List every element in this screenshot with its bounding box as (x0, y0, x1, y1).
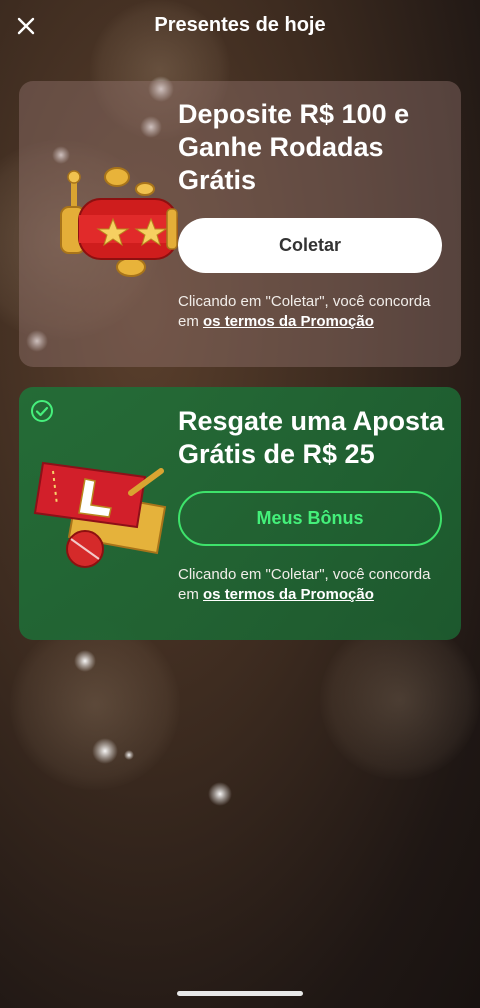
terms-link[interactable]: os termos da Promoção (203, 313, 374, 330)
check-circle-icon (31, 400, 53, 422)
free-bet-title-line-1: Resgate uma Aposta (178, 406, 445, 436)
slot-machine-icon (33, 159, 181, 289)
home-indicator[interactable] (177, 991, 303, 996)
deposit-promo-title-line-1: Deposite R$ 100 e (178, 99, 410, 129)
my-bonuses-button[interactable]: Meus Bônus (178, 491, 442, 546)
deposit-promo-terms: Clicando em "Coletar", você concorda em … (178, 292, 447, 332)
free-bet-promo-card: Resgate uma Aposta Grátis de R$ 25 Meus … (19, 387, 461, 640)
collect-button[interactable]: Coletar (178, 218, 442, 273)
terms-link[interactable]: os termos da Promoção (203, 586, 374, 603)
page-title: Presentes de hoje (154, 14, 326, 36)
header-bar: Presentes de hoje (0, 0, 480, 56)
deposit-promo-card: Deposite R$ 100 e Ganhe Rodadas Grátis C… (19, 81, 461, 367)
ticket-ball-icon (33, 457, 181, 577)
deposit-promo-title-line-2: Ganhe Rodadas (178, 132, 384, 162)
deposit-promo-title: Deposite R$ 100 e Ganhe Rodadas Grátis (178, 98, 447, 197)
deposit-promo-title-line-3: Grátis (178, 165, 257, 195)
free-bet-terms: Clicando em "Coletar", você concorda em … (178, 565, 447, 605)
free-bet-title: Resgate uma Aposta Grátis de R$ 25 (178, 405, 447, 471)
free-bet-title-line-2: Grátis de R$ 25 (178, 439, 375, 469)
